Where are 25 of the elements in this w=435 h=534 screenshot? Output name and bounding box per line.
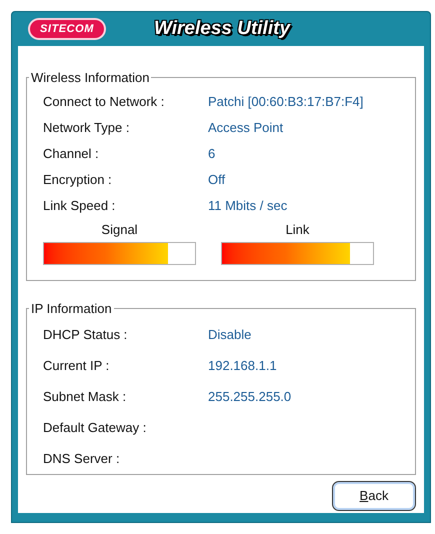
back-button[interactable]: Back xyxy=(332,481,416,511)
field-label: Current IP : xyxy=(43,357,110,376)
group-title: Wireless Information xyxy=(30,69,150,87)
field-label: DHCP Status : xyxy=(43,326,128,344)
field-value: Access Point xyxy=(208,118,284,137)
brand-logo: SITECOM xyxy=(28,18,106,40)
meter-label: Signal xyxy=(101,220,138,238)
window-title: Wireless Utility xyxy=(154,16,290,41)
field-value: 255.255.255.0 xyxy=(208,388,292,406)
field-label: Encryption : xyxy=(43,170,113,189)
field-value: Off xyxy=(208,170,226,189)
meter-label: Link xyxy=(286,220,310,238)
field-value: 192.168.1.1 xyxy=(208,357,277,376)
field-label: Link Speed : xyxy=(43,196,116,215)
field-label: Default Gateway : xyxy=(43,419,148,438)
field-label: Channel : xyxy=(43,144,100,163)
field-value: Patchi [00:60:B3:17:B7:F4] xyxy=(208,92,364,111)
field-value: 11 Mbits / sec xyxy=(208,196,288,215)
field-label: Subnet Mask : xyxy=(43,388,128,406)
field-label: Connect to Network : xyxy=(43,92,166,111)
field-value: Disable xyxy=(208,326,252,344)
field-label: Network Type : xyxy=(43,118,130,137)
field-value: 6 xyxy=(208,144,216,163)
group-title: IP Information xyxy=(30,300,113,318)
field-label: DNS Server : xyxy=(43,450,121,468)
